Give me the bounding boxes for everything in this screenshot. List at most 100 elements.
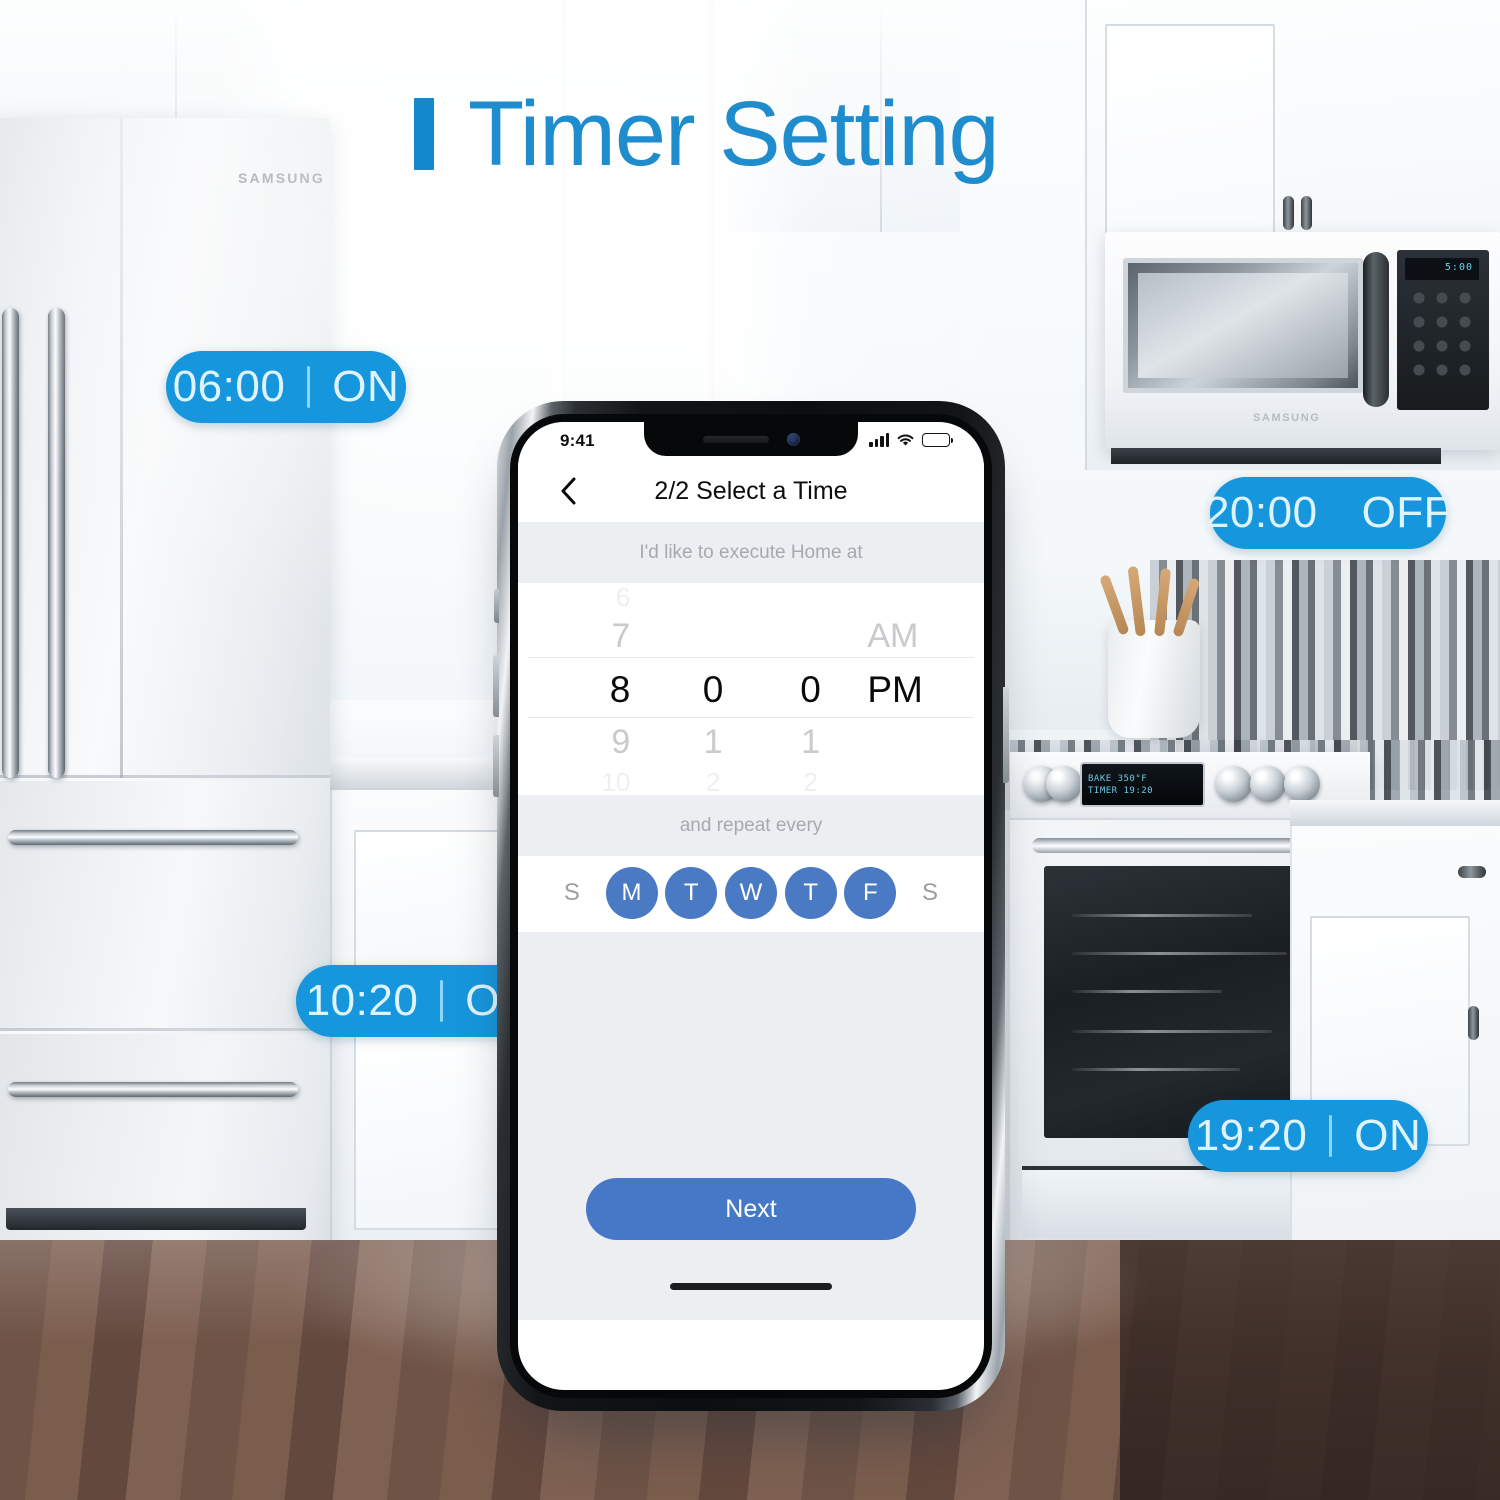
microwave-window-inner (1138, 273, 1348, 378)
fridge-handle-right (48, 308, 65, 778)
weekday-friday[interactable]: F (844, 867, 897, 919)
badge-state: OFF (1361, 488, 1452, 537)
utensil (1154, 567, 1172, 637)
home-indicator[interactable] (670, 1282, 832, 1290)
fridge-door-split (120, 118, 123, 778)
hour-option[interactable]: 10 (518, 769, 664, 795)
utensil (1172, 577, 1201, 638)
fridge-handle-left (2, 308, 19, 778)
fridge-middle-drawer (0, 781, 330, 1031)
minute-ones-spacer (762, 610, 860, 663)
right-countertop (1290, 800, 1500, 826)
app-navigation-bar: 2/2 Select a Time (518, 460, 984, 522)
weekday-monday[interactable]: M (605, 867, 658, 919)
cabinet-knob (1301, 196, 1312, 230)
minute-tens-spacer (664, 584, 762, 610)
cellular-signal-icon (869, 433, 889, 447)
microwave-window (1123, 258, 1363, 393)
badge-separator-icon (307, 366, 311, 408)
fridge-drawer-handle (8, 1082, 298, 1097)
silent-switch-button[interactable] (494, 589, 499, 623)
earpiece-speaker-icon (702, 435, 769, 443)
smartphone-mockup: 9:41 2/2 Select a Time I'd like to execu… (493, 401, 1009, 1411)
cabinet-handle (1468, 1006, 1479, 1040)
microwave-handle (1363, 252, 1389, 407)
volume-down-button[interactable] (493, 735, 499, 797)
product-marketing-image: 5:00 SAMSUNG BAKE 350°F TIMER 19:20 SAMS… (0, 0, 1500, 1500)
minute-tens-option[interactable]: 1 (664, 716, 762, 769)
cabinet-knob (1283, 196, 1294, 230)
hour-column[interactable]: 6 7 8 9 10 (518, 583, 664, 795)
minute-ones-column[interactable]: 0 1 2 (762, 583, 860, 795)
battery-icon (922, 433, 954, 447)
back-button[interactable] (554, 477, 582, 505)
phone-screen: 9:41 2/2 Select a Time I'd like to execu… (518, 422, 984, 1390)
range-display: BAKE 350°F TIMER 19:20 (1080, 762, 1205, 807)
minute-tens-spacer (664, 610, 762, 663)
repeat-section-label: and repeat every (518, 795, 984, 856)
cabinet-knob (1458, 866, 1486, 878)
range-knob (1284, 766, 1320, 802)
range-knob (1250, 766, 1286, 802)
minute-ones-selected[interactable]: 0 (762, 663, 860, 716)
picker-selection-line-top (528, 657, 974, 658)
next-button[interactable]: Next (586, 1178, 916, 1240)
meridiem-spacer (859, 769, 984, 795)
microwave-oven: 5:00 SAMSUNG (1105, 232, 1500, 464)
status-bar-icons (869, 433, 954, 447)
range-display-text: BAKE 350°F TIMER 19:20 (1088, 774, 1154, 796)
page-title: Timer Setting (414, 83, 1000, 185)
next-button-area: Next (518, 1166, 984, 1252)
meridiem-selected[interactable]: PM (859, 663, 984, 716)
refrigerator: SAMSUNG (0, 118, 330, 1333)
minute-tens-option[interactable]: 2 (664, 769, 762, 795)
hour-selected[interactable]: 8 (518, 663, 664, 716)
badge-separator-icon (440, 980, 444, 1022)
minute-ones-option[interactable]: 1 (762, 716, 860, 769)
microwave-vent (1111, 448, 1441, 464)
utensil-crock (1108, 620, 1200, 738)
minute-ones-spacer (762, 584, 860, 610)
front-camera-icon (786, 432, 800, 446)
weekday-saturday[interactable]: S (904, 867, 956, 919)
weekday-tuesday[interactable]: T (665, 867, 718, 919)
hour-option[interactable]: 6 (518, 584, 664, 610)
badge-time: 10:20 (305, 976, 419, 1025)
microwave-keypad (1407, 288, 1477, 400)
hour-option[interactable]: 9 (518, 716, 664, 769)
picker-selection-line-bottom (528, 717, 974, 718)
range-knob (1046, 766, 1082, 802)
time-picker[interactable]: 6 7 8 9 10 0 1 2 0 1 2 AM PM (518, 583, 984, 795)
utensil-group (1099, 565, 1206, 638)
fridge-drawer-handle (8, 830, 298, 845)
accent-bar-icon (414, 98, 434, 170)
badge-state: ON (1354, 1111, 1422, 1160)
timer-badge-0600: 06:00 ON (166, 351, 406, 423)
weekday-sunday[interactable]: S (546, 867, 598, 919)
meridiem-option[interactable]: AM (859, 610, 984, 663)
phone-notch (644, 422, 858, 456)
right-lower-cabinet (1290, 826, 1500, 1306)
meridiem-column[interactable]: AM PM (859, 583, 984, 795)
hour-option[interactable]: 7 (518, 610, 664, 663)
volume-up-button[interactable] (493, 655, 499, 717)
status-bar-clock: 9:41 (560, 431, 595, 450)
minute-ones-option[interactable]: 2 (762, 769, 860, 795)
headline-text: Timer Setting (468, 83, 1000, 185)
microwave-display: 5:00 (1405, 258, 1479, 280)
fridge-brand: SAMSUNG (238, 170, 325, 186)
home-indicator-area (518, 1252, 984, 1320)
power-button[interactable] (1003, 687, 1009, 783)
minute-tens-selected[interactable]: 0 (664, 663, 762, 716)
badge-time: 06:00 (172, 362, 286, 411)
microwave-control-panel: 5:00 (1397, 250, 1489, 410)
content-filler (518, 932, 984, 1166)
wifi-icon (896, 433, 915, 447)
minute-tens-column[interactable]: 0 1 2 (664, 583, 762, 795)
weekday-selector[interactable]: S M T W T F S (518, 856, 984, 932)
weekday-thursday[interactable]: T (784, 867, 837, 919)
badge-time: 20:00 (1204, 488, 1318, 537)
utensil (1127, 565, 1146, 637)
weekday-wednesday[interactable]: W (724, 867, 777, 919)
microwave-brand: SAMSUNG (1253, 412, 1321, 424)
